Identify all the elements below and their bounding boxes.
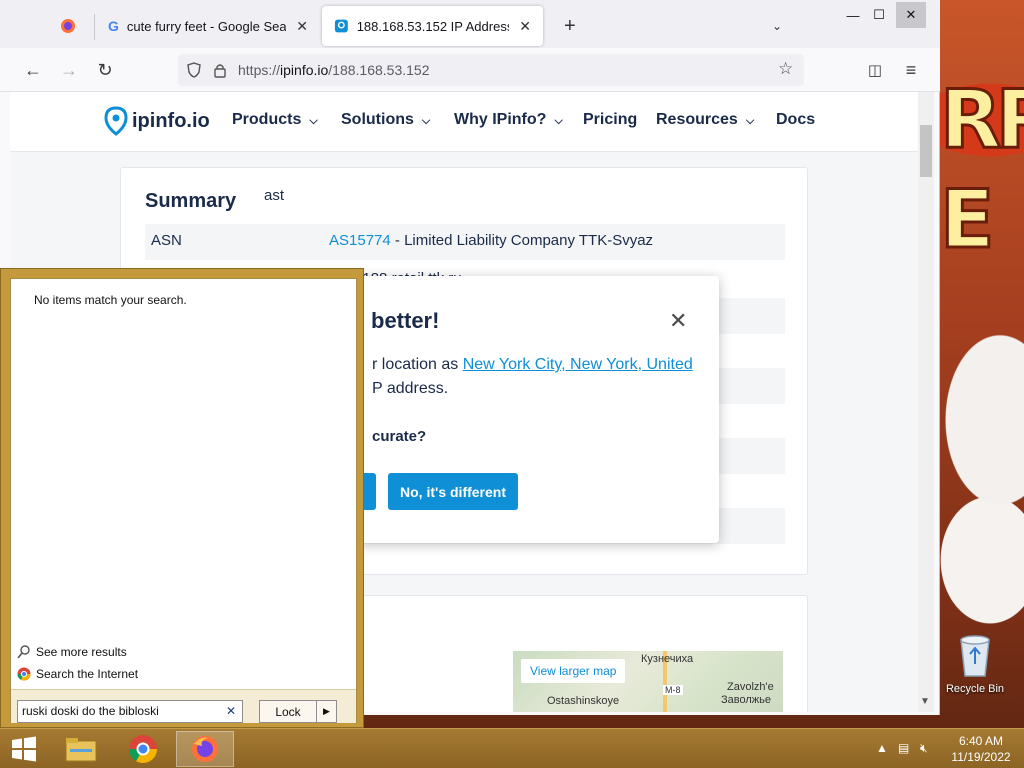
view-larger-map-button[interactable]: View larger map: [521, 659, 626, 683]
recycle-bin-label: Recycle Bin: [945, 683, 1005, 695]
volume-muted-icon[interactable]: 🔇︎: [920, 741, 928, 756]
map-label: Ostashinskoye: [547, 695, 620, 707]
modal-close-icon[interactable]: ✕: [669, 308, 687, 334]
magnifier-icon: [16, 644, 32, 660]
ipinfo-logo[interactable]: ipinfo.io: [104, 106, 210, 136]
taskbar-firefox[interactable]: [176, 731, 234, 767]
start-search-input[interactable]: ruski doski do the bibloski: [17, 700, 243, 723]
back-arrow-icon[interactable]: ←: [20, 57, 46, 83]
network-icon[interactable]: ▤: [898, 741, 909, 755]
location-fragment: ast: [264, 187, 285, 204]
start-menu-bottom-bar: ruski doski do the bibloski ✕ Lock ▶: [11, 689, 356, 723]
address-bar[interactable]: https://ipinfo.io/188.168.53.152 ☆: [178, 54, 804, 86]
map-label: Zavolzh'e: [727, 681, 774, 693]
summary-title: Summary: [145, 190, 237, 212]
lock-button[interactable]: Lock: [259, 700, 317, 723]
reload-icon[interactable]: ↻: [92, 57, 118, 83]
firefox-icon: [192, 736, 218, 762]
menu-hamburger-icon[interactable]: ≡: [898, 57, 924, 83]
clock-time: 6:40 AM: [958, 734, 1004, 748]
asn-link[interactable]: AS15774: [329, 232, 391, 249]
no-different-button[interactable]: No, it's different: [388, 473, 518, 510]
file-explorer-icon: [65, 738, 97, 762]
scrollbar-thumb[interactable]: [920, 125, 932, 177]
google-icon: G: [108, 18, 119, 34]
modal-question: curate?: [372, 428, 427, 445]
tab-google-search[interactable]: G cute furry feet - Google Search ✕: [96, 6, 320, 46]
taskbar: ▲ ▤ 🔇︎ 6:40 AM 11/19/2022: [0, 728, 1024, 768]
clear-search-icon[interactable]: ✕: [226, 704, 236, 718]
page-scrollbar[interactable]: [918, 92, 934, 712]
lock-icon[interactable]: [212, 62, 228, 78]
row-value: AS15774 - Limited Liability Company TTK-…: [329, 232, 654, 249]
power-options-arrow-icon[interactable]: ▶: [317, 700, 337, 723]
tab-firefox[interactable]: [48, 6, 92, 46]
start-button[interactable]: [0, 731, 48, 767]
scroll-down-arrow-icon[interactable]: ▼: [920, 696, 930, 707]
window-close-icon[interactable]: ✕: [896, 2, 926, 28]
nav-solutions[interactable]: Solutions ⌵: [341, 111, 430, 129]
nav-pricing[interactable]: Pricing: [583, 111, 637, 129]
nav-why-ipinfo[interactable]: Why IPinfo? ⌵: [454, 111, 563, 129]
ipinfo-icon: [334, 19, 348, 33]
search-internet-link[interactable]: Search the Internet: [16, 666, 138, 682]
start-menu-results: No items match your search. See more res…: [10, 278, 357, 723]
wallpaper-lettering: RRE: [940, 72, 1024, 268]
location-link[interactable]: New York City, New York, United: [463, 356, 693, 373]
windows-logo-icon: [12, 736, 36, 762]
pocket-icon[interactable]: ◫: [862, 57, 888, 83]
maximize-icon[interactable]: ☐: [864, 2, 894, 28]
tab-bar: G cute furry feet - Google Search ✕ 188.…: [0, 0, 940, 48]
chevron-down-icon: ⌵: [421, 115, 431, 127]
row-key: ASN: [151, 232, 182, 249]
bookmark-star-icon[interactable]: ☆: [778, 59, 793, 79]
recycle-bin[interactable]: Recycle Bin: [944, 630, 1006, 695]
tab-close-icon[interactable]: ✕: [296, 18, 308, 35]
nav-resources[interactable]: Resources ⌵: [656, 111, 754, 129]
url-text[interactable]: https://ipinfo.io/188.168.53.152: [238, 62, 430, 78]
summary-row-asn: ASN AS15774 - Limited Liability Company …: [145, 224, 785, 260]
firefox-icon: [61, 19, 75, 33]
modal-text: P address.: [372, 380, 449, 397]
chrome-icon: [16, 666, 32, 682]
site-header: ipinfo.io Products ⌵ Solutions ⌵ Why IPinf…: [10, 92, 918, 152]
tab-separator: [94, 14, 95, 40]
logo-text: ipinfo.io: [132, 109, 210, 132]
location-pin-icon: [104, 106, 128, 136]
tab-title: cute furry feet - Google Search: [126, 18, 287, 34]
chevron-down-icon: ⌵: [745, 115, 755, 127]
see-more-results-link[interactable]: See more results: [16, 644, 127, 660]
list-all-tabs-icon[interactable]: ⌄: [760, 6, 794, 46]
map-label: Заволжье: [721, 694, 771, 706]
system-clock[interactable]: 6:40 AM 11/19/2022: [946, 733, 1016, 765]
tracking-shield-icon[interactable]: [186, 62, 202, 78]
location-feedback-modal: better! ✕ r location as New York City, N…: [345, 276, 719, 543]
start-menu: No items match your search. See more res…: [0, 268, 364, 728]
taskbar-file-explorer[interactable]: [52, 731, 110, 767]
tab-close-icon[interactable]: ✕: [519, 18, 531, 35]
chevron-down-icon: ⌵: [309, 115, 318, 127]
recycle-bin-icon: [960, 635, 990, 677]
navigation-toolbar: ← → ↻ https://ipinfo.io/188.168.53.152 ☆…: [0, 48, 940, 92]
no-results-text: No items match your search.: [34, 293, 187, 307]
map-road-label: M-8: [663, 685, 683, 695]
location-map[interactable]: View larger map Кузнечиха Zavolzh'e Заво…: [513, 651, 783, 712]
tab-ipinfo[interactable]: 188.168.53.152 IP Address Detail ✕: [322, 6, 543, 46]
modal-title: better!: [371, 308, 440, 333]
chrome-icon: [129, 735, 157, 763]
nav-docs[interactable]: Docs: [776, 111, 815, 129]
map-label: Кузнечиха: [641, 653, 694, 665]
chevron-down-icon: ⌵: [554, 115, 563, 127]
forward-arrow-icon[interactable]: →: [56, 57, 82, 83]
show-hidden-icons-icon[interactable]: ▲: [876, 741, 888, 755]
new-tab-button[interactable]: +: [552, 6, 588, 46]
tab-title: 188.168.53.152 IP Address Detail: [356, 18, 510, 34]
modal-text: r location as New York City, New York, U…: [372, 356, 693, 373]
clock-date: 11/19/2022: [951, 750, 1011, 764]
taskbar-chrome[interactable]: [114, 731, 172, 767]
nav-products[interactable]: Products ⌵: [232, 111, 318, 129]
